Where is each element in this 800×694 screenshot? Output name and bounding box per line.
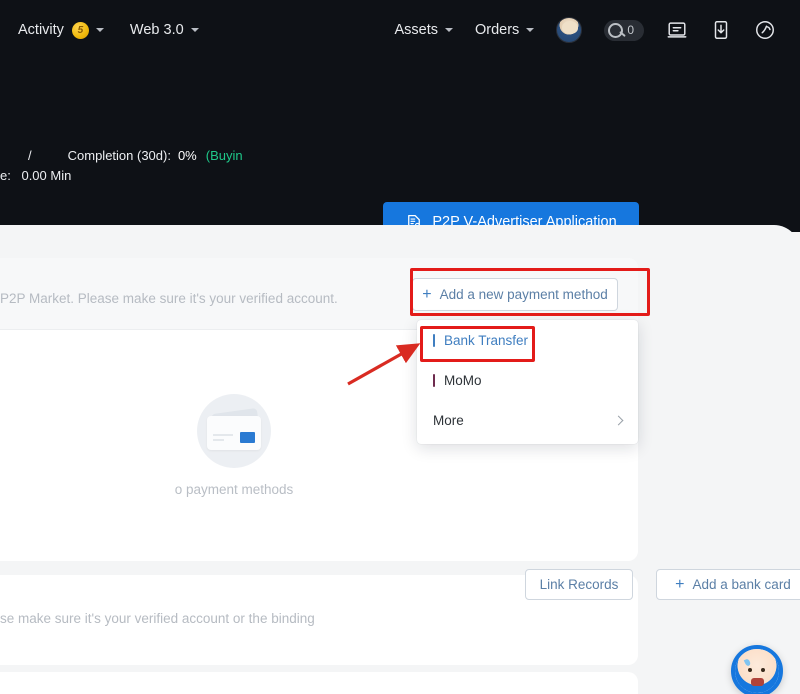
avatar-mouth: [751, 678, 764, 686]
chevron-down-icon: [96, 28, 104, 32]
nav-right-group: Assets Orders 0: [394, 17, 800, 43]
add-bank-card-label: Add a bank card: [693, 577, 791, 592]
stats-row-secondary: e: 0.00 Min: [0, 168, 71, 183]
lower-section-card: [0, 672, 638, 694]
chat-assistant-avatar: [735, 649, 779, 693]
merchant-stats-panel: / Completion (30d): 0% (Buyin e: 0.00 Mi…: [0, 60, 800, 232]
dropdown-item-bank-transfer[interactable]: Bank Transfer: [417, 320, 638, 360]
nav-item-assets-label: Assets: [394, 22, 438, 38]
avatar-eye-right: [761, 668, 765, 672]
bank-card-description: se make sure it's your verified account …: [0, 611, 315, 626]
plus-icon: +: [422, 287, 431, 303]
download-icon[interactable]: [710, 19, 732, 41]
payment-method-dropdown: Bank Transfer MoMo More: [417, 320, 638, 444]
support-headset-icon[interactable]: [754, 19, 776, 41]
bell-icon: [608, 23, 623, 38]
avatar[interactable]: [556, 17, 582, 43]
nav-item-web3-label: Web 3.0: [130, 22, 184, 38]
coin-icon: 5: [72, 22, 89, 39]
link-records-button[interactable]: Link Records: [525, 569, 633, 600]
notification-pill[interactable]: 0: [604, 20, 644, 41]
chevron-down-icon: [445, 28, 453, 32]
plus-icon: +: [675, 577, 684, 593]
dropdown-item-bank-transfer-label: Bank Transfer: [444, 333, 528, 348]
stats-row-primary: / Completion (30d): 0% (Buyin: [0, 148, 800, 163]
avatar-eye-left: [748, 668, 752, 672]
nav-item-orders[interactable]: Orders: [475, 22, 534, 38]
avg-time-value: 0.00 Min: [21, 168, 71, 183]
bank-transfer-marker-icon: [433, 334, 435, 347]
nav-item-web3[interactable]: Web 3.0: [130, 22, 199, 38]
chevron-right-icon: [614, 415, 624, 425]
add-new-payment-method-label: Add a new payment method: [440, 287, 608, 302]
chevron-down-icon: [191, 28, 199, 32]
notification-count: 0: [627, 23, 634, 37]
dropdown-item-momo-label: MoMo: [444, 373, 482, 388]
credit-card-illustration: [197, 394, 271, 468]
nav-item-activity[interactable]: Activity 5: [18, 22, 104, 39]
chat-assistant-button[interactable]: [731, 645, 783, 694]
nav-left-group: Activity 5 Web 3.0: [0, 22, 199, 39]
top-navigation-bar: Activity 5 Web 3.0 Assets Orders 0: [0, 0, 800, 60]
water-drop-icon: [744, 658, 751, 666]
completion-label: Completion (30d):: [68, 148, 171, 163]
messages-icon[interactable]: [666, 19, 688, 41]
dropdown-item-more-label: More: [433, 413, 464, 428]
nav-item-orders-label: Orders: [475, 22, 519, 38]
dropdown-item-more[interactable]: More: [417, 400, 638, 440]
page-content: P2P Market. Please make sure it's your v…: [0, 225, 800, 694]
nav-item-activity-label: Activity: [18, 22, 64, 38]
stat-separator: /: [28, 148, 32, 163]
app-root: Activity 5 Web 3.0 Assets Orders 0: [0, 0, 800, 694]
momo-marker-icon: [433, 374, 435, 387]
payment-methods-description: P2P Market. Please make sure it's your v…: [0, 291, 338, 306]
payment-methods-empty-label: o payment methods: [175, 482, 294, 497]
completion-value: 0%: [178, 148, 197, 163]
nav-item-assets[interactable]: Assets: [394, 22, 453, 38]
link-records-label: Link Records: [540, 577, 619, 592]
avg-time-label: e:: [0, 168, 11, 183]
chevron-down-icon: [526, 28, 534, 32]
dropdown-item-momo[interactable]: MoMo: [417, 360, 638, 400]
add-new-payment-method-button[interactable]: + Add a new payment method: [412, 278, 618, 311]
add-bank-card-button[interactable]: + Add a bank card: [656, 569, 800, 600]
buyin-text: (Buyin: [206, 148, 243, 163]
